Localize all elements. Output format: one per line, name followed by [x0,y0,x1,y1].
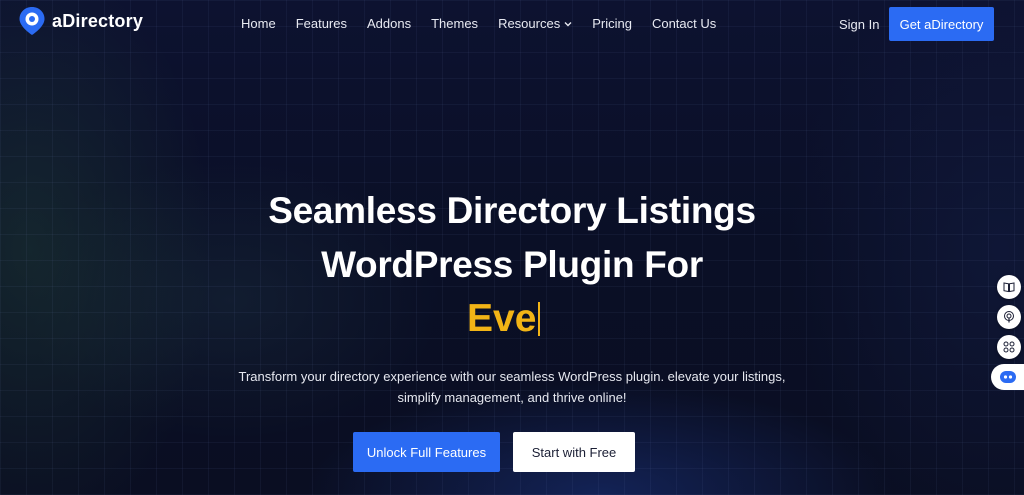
site-header: aDirectory Home Features Addons Themes R… [0,0,1024,48]
nav-features[interactable]: Features [296,16,347,31]
podcast-icon [1004,311,1014,323]
nav-resources[interactable]: Resources [498,16,572,31]
hero-title-line1: Seamless Directory Listings [268,190,756,231]
side-apps-button[interactable] [997,335,1021,359]
nav-home[interactable]: Home [241,16,276,31]
hero-subtitle-line1: Transform your directory experience with… [238,369,786,384]
nav-themes[interactable]: Themes [431,16,478,31]
hero-title-line2: WordPress Plugin For [321,244,703,285]
side-docs-button[interactable] [997,275,1021,299]
book-icon [1003,282,1015,293]
typed-text: Eve [467,297,537,340]
unlock-full-features-button[interactable]: Unlock Full Features [353,432,500,472]
logo-text: aDirectory [52,10,144,31]
nav-addons[interactable]: Addons [367,16,411,31]
page: aDirectory Home Features Addons Themes R… [0,0,1024,495]
chat-bot-button[interactable] [991,364,1024,390]
typing-caret [538,302,541,336]
nav-pricing[interactable]: Pricing [592,16,632,31]
grid-icon [1003,341,1015,353]
hero-subtitle-line2: simplify management, and thrive online! [397,390,627,405]
side-podcast-button[interactable] [997,305,1021,329]
typed-headline: Eve [467,297,541,341]
nav-resources-label: Resources [498,16,561,31]
sign-in-link[interactable]: Sign In [839,17,879,32]
logo[interactable]: aDirectory [18,6,143,36]
chevron-down-icon [564,21,572,26]
main-nav: Home Features Addons Themes Resources Pr… [241,16,736,31]
map-pin-logo-icon [19,7,45,35]
chat-bot-icon [999,371,1016,383]
get-adirectory-button[interactable]: Get aDirectory [889,7,994,41]
nav-contact-us[interactable]: Contact Us [652,16,716,31]
start-with-free-button[interactable]: Start with Free [513,432,635,472]
